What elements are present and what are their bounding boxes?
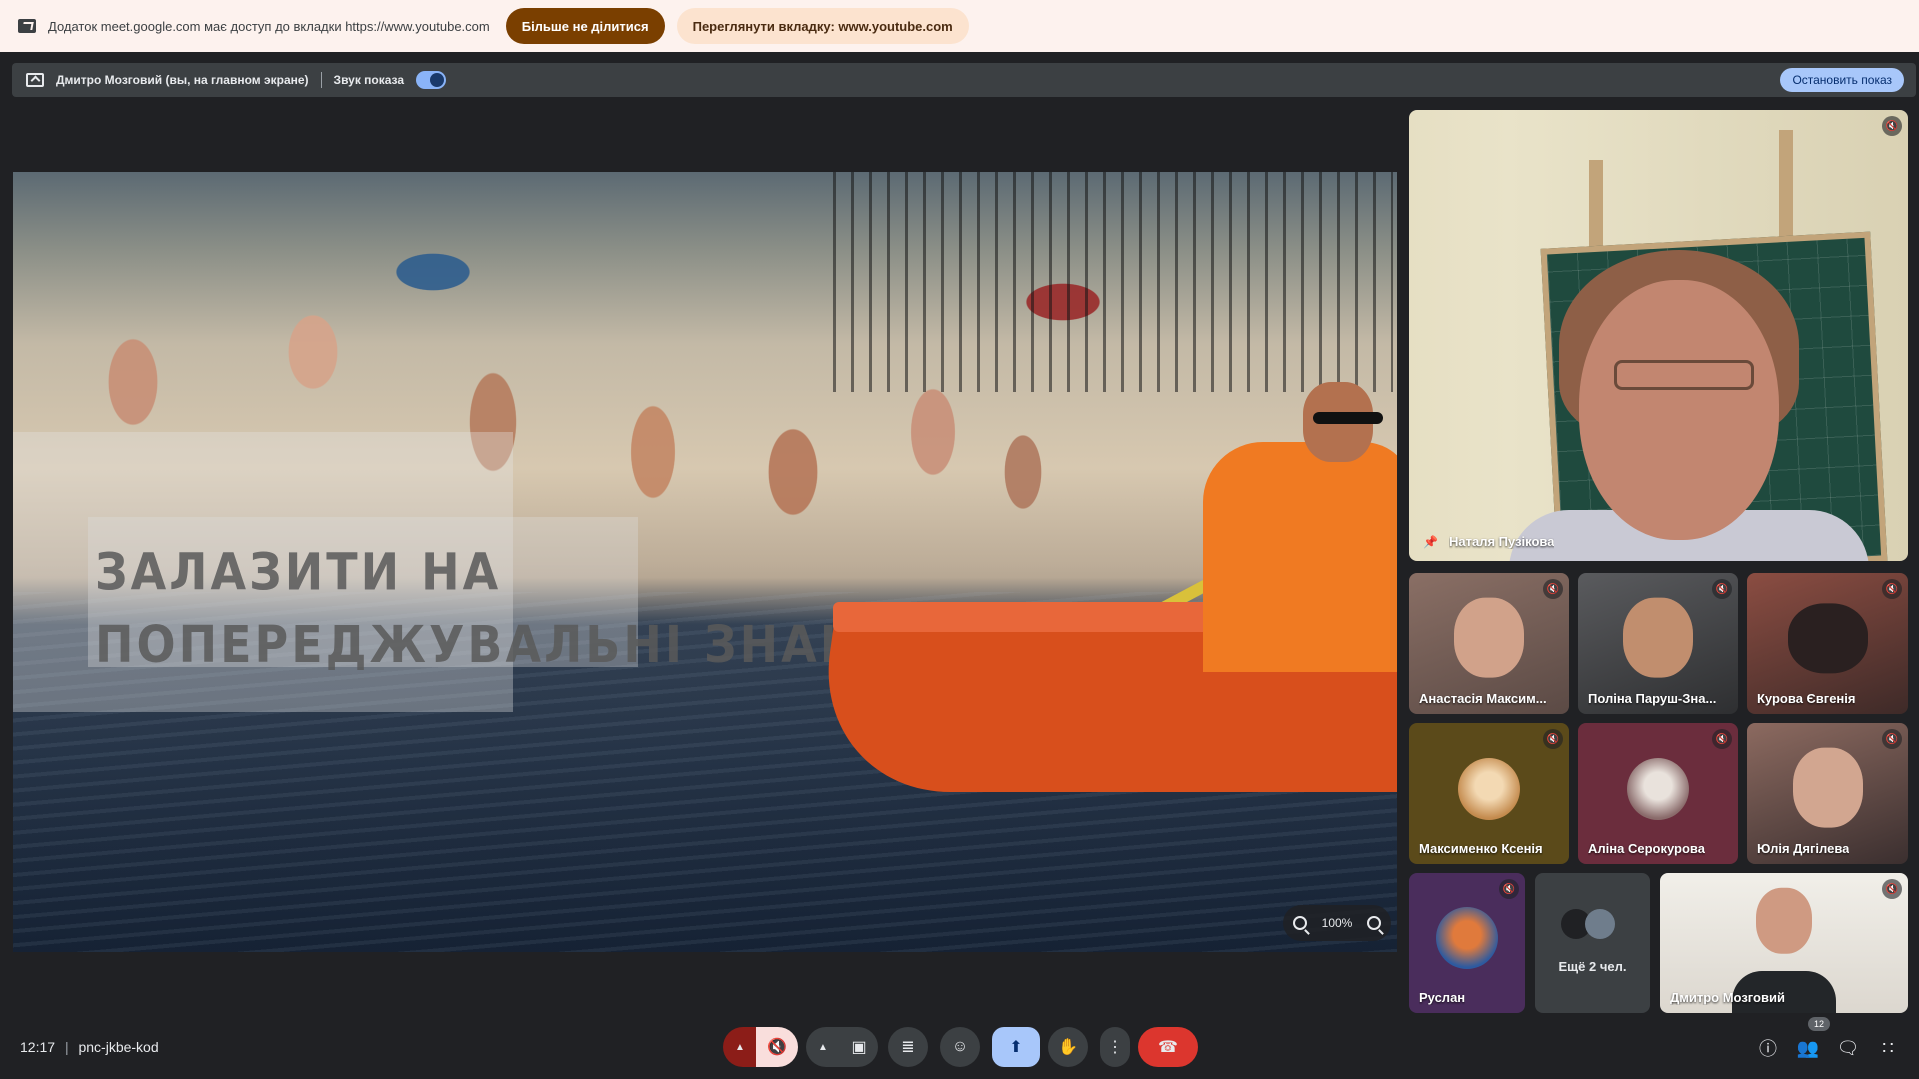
participant-video — [1787, 602, 1868, 673]
participant-name: Юлія Дягілева — [1757, 841, 1850, 856]
participant-glasses — [1614, 360, 1754, 390]
more-vert-icon: ⋮ — [1107, 1039, 1123, 1056]
participant-name: Аліна Серокурова — [1588, 841, 1705, 856]
present-screen-icon: ⬆ — [1009, 1039, 1023, 1056]
raise-hand-button[interactable]: ✋ — [1048, 1027, 1088, 1067]
camera-toggle-button[interactable]: ▣ — [840, 1027, 878, 1067]
mic-off-icon: 🔇 — [1882, 579, 1902, 599]
more-avatars — [1585, 909, 1615, 939]
reactions-button[interactable]: ☺ — [940, 1027, 980, 1067]
mic-off-icon: 🔇 — [1712, 579, 1732, 599]
leave-call-button[interactable]: ☎ — [1138, 1027, 1198, 1067]
participant-tile[interactable]: 🔇 Анастасія Максим... — [1409, 573, 1569, 714]
participant-tile[interactable]: 🔇 Руслан — [1409, 873, 1525, 1013]
video-title-line1: ЗАЛАЗИТИ НА — [95, 542, 502, 602]
participant-name: Наталя Пузікова — [1449, 534, 1555, 549]
people-count-badge: 12 — [1808, 1017, 1830, 1031]
activities-icon[interactable]: ∷ — [1875, 1035, 1901, 1061]
meeting-details-icon[interactable]: ⓘ — [1755, 1035, 1781, 1061]
presenting-bar: Дмитро Мозговий (вы, на главном экране) … — [12, 63, 1916, 97]
mic-off-icon: 🔇 — [1882, 879, 1902, 899]
participant-video — [1623, 597, 1693, 678]
participant-name: Максименко Ксенія — [1419, 841, 1543, 856]
mic-off-icon: 🔇 — [1712, 729, 1732, 749]
avatar — [1627, 757, 1689, 820]
more-participants-label: Ещё 2 чел. — [1558, 959, 1627, 974]
avatar — [1436, 907, 1498, 970]
participant-name: Поліна Паруш-Зна... — [1588, 691, 1717, 706]
emoji-icon: ☺ — [951, 1038, 969, 1055]
chat-icon[interactable]: 🗨 — [1835, 1035, 1861, 1061]
captions-button[interactable]: ≣ — [888, 1027, 928, 1067]
participant-tile[interactable]: 🔇 Аліна Серокурова — [1578, 723, 1738, 864]
divider — [320, 72, 322, 88]
hang-up-icon: ☎ — [1158, 1039, 1178, 1056]
audio-label: Звук показа — [333, 73, 405, 87]
present-screen-icon — [26, 73, 44, 87]
captions-icon: ≣ — [901, 1039, 915, 1056]
current-time: 12:17 — [20, 1039, 56, 1055]
lifeguard-sunglasses — [1313, 412, 1383, 424]
presentation-stage: ЗАЛАЗИТИ НА ПОПЕРЕДЖУВАЛЬНІ ЗНАКИ — [13, 172, 1397, 952]
participant-tile[interactable]: 🔇 Максименко Ксенія — [1409, 723, 1569, 864]
meeting-code: pnc-jkbe-kod — [78, 1039, 159, 1055]
pin-icon[interactable]: 📌 — [1423, 535, 1438, 549]
participant-name: Анастасія Максим... — [1419, 691, 1547, 706]
more-options-button[interactable]: ⋮ — [1100, 1027, 1130, 1067]
participant-video — [1454, 597, 1524, 678]
divider: | — [64, 1039, 69, 1055]
mic-off-icon: 🔇 — [1543, 579, 1563, 599]
participant-name: Руслан — [1419, 990, 1466, 1005]
camera-options-button[interactable]: ▲ — [806, 1027, 840, 1067]
mic-toggle-button[interactable]: 🔇 — [756, 1027, 798, 1067]
hand-icon: ✋ — [1058, 1039, 1078, 1056]
stop-presenting-button[interactable]: Остановить показ — [1780, 68, 1904, 92]
people-icon[interactable]: 👥 — [1795, 1035, 1821, 1061]
tab-sharing-notice-bar: Додаток meet.google.com має доступ до вк… — [0, 0, 1919, 52]
mic-off-icon: 🔇 — [1882, 116, 1902, 136]
zoom-control: 100% — [1283, 905, 1391, 941]
sharing-message: Додаток meet.google.com має доступ до вк… — [48, 18, 490, 34]
participant-tile[interactable]: 🔇 Поліна Паруш-Зна... — [1578, 573, 1738, 714]
meeting-controls-bar: 12:17 | pnc-jkbe-kod ▲ 🔇 ▲ ▣ ≣ ☺ ⬆ ✋ ⋮ ☎… — [0, 1017, 1919, 1079]
mic-options-button[interactable]: ▲ — [723, 1027, 757, 1067]
zoom-out-icon[interactable] — [1293, 916, 1307, 930]
participant-tile[interactable]: 🔇 Курова Євгенія — [1747, 573, 1908, 714]
share-tab-icon — [18, 19, 36, 33]
participant-face — [1579, 280, 1779, 540]
share-audio-toggle[interactable] — [416, 71, 447, 89]
present-now-button[interactable]: ⬆ — [992, 1027, 1040, 1067]
participant-video — [1756, 887, 1812, 954]
view-shared-tab-button[interactable]: Переглянути вкладку: www.youtube.com — [676, 8, 969, 44]
meeting-info: 12:17 | pnc-jkbe-kod — [20, 1039, 159, 1055]
camera-icon: ▣ — [851, 1039, 867, 1056]
video-title-line2: ПОПЕРЕДЖУВАЛЬНІ ЗНАКИ — [95, 614, 902, 674]
mic-off-icon: 🔇 — [1543, 729, 1563, 749]
mic-off-icon: 🔇 — [767, 1039, 787, 1056]
stop-sharing-button[interactable]: Більше не ділитися — [505, 8, 665, 44]
mic-off-icon: 🔇 — [1499, 879, 1519, 899]
mic-off-icon: 🔇 — [1882, 729, 1902, 749]
fence — [833, 172, 1393, 392]
self-view-tile[interactable]: 🔇 Дмитро Мозговий — [1660, 873, 1908, 1013]
avatar — [1458, 757, 1520, 820]
video-title: ЗАЛАЗИТИ НА ПОПЕРЕДЖУВАЛЬНІ ЗНАКИ — [95, 535, 902, 680]
participant-tile[interactable]: 🔇 Юлія Дягілева — [1747, 723, 1908, 864]
participant-name: Курова Євгенія — [1757, 691, 1856, 706]
more-participants-tile[interactable]: Ещё 2 чел. — [1535, 873, 1650, 1013]
lifeguard — [1203, 442, 1397, 672]
presenter-label: Дмитро Мозговий (вы, на главном экране) — [56, 73, 309, 87]
participant-video — [1792, 747, 1863, 828]
zoom-in-icon[interactable] — [1366, 916, 1381, 930]
pinned-participant-tile[interactable]: 🔇 📌 Наталя Пузікова — [1409, 110, 1908, 561]
zoom-level: 100% — [1321, 916, 1353, 930]
participant-name: Дмитро Мозговий — [1670, 990, 1785, 1005]
